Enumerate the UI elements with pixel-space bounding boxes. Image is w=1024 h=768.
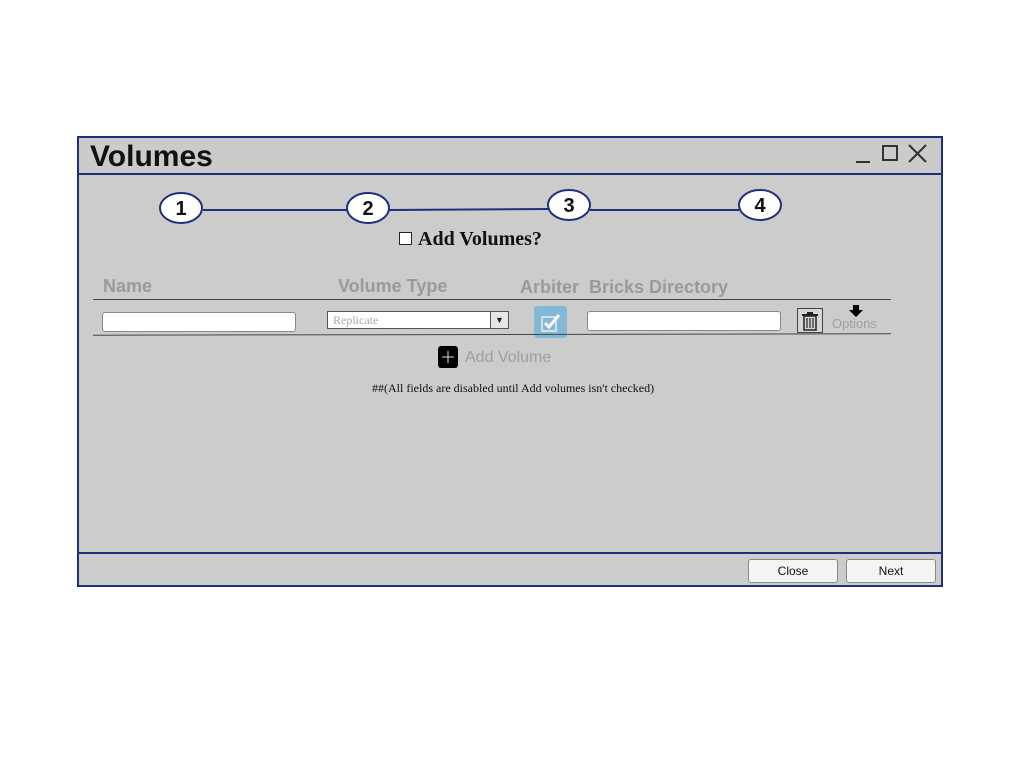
step-3-label: 3 [563, 195, 575, 217]
delete-row-button[interactable] [797, 308, 823, 333]
next-button[interactable]: Next [846, 559, 936, 583]
column-header-arbiter: Arbiter [520, 277, 580, 297]
column-header-bricks-directory: Bricks Directory [589, 277, 729, 297]
wizard-connector [159, 189, 782, 224]
step-2-label: 2 [362, 198, 374, 220]
dropdown-arrow-icon[interactable]: ▼ [490, 312, 508, 328]
step-1-label: 1 [175, 198, 187, 220]
column-header-name: Name [103, 276, 153, 296]
step-4-label: 4 [754, 195, 766, 217]
wizard-steps: 1 2 3 4 [79, 138, 941, 238]
checkmark-icon [541, 314, 561, 332]
name-input[interactable] [102, 312, 296, 332]
volumes-dialog: Volumes 1 2 3 4 Add Volumes? Name Volume… [77, 136, 943, 587]
add-volumes-label: Add Volumes? [418, 228, 542, 250]
footer-divider [79, 552, 941, 554]
close-button[interactable]: Close [748, 559, 838, 583]
options-button[interactable]: Options [832, 316, 877, 331]
trash-icon [802, 312, 818, 331]
bricks-directory-input[interactable] [587, 311, 781, 331]
table-header-divider [93, 299, 891, 300]
column-header-volume-type: Volume Type [338, 276, 448, 296]
add-volumes-checkbox[interactable] [399, 232, 412, 245]
plus-icon [442, 351, 454, 363]
add-volume-icon-button[interactable] [438, 346, 458, 368]
table-row-divider [92, 333, 892, 336]
volume-type-select[interactable]: Replicate ▼ [327, 311, 509, 329]
volume-type-value: Replicate [333, 313, 379, 327]
disabled-fields-note: ##(All fields are disabled until Add vol… [372, 381, 655, 395]
add-volume-button[interactable]: Add Volume [465, 349, 551, 367]
